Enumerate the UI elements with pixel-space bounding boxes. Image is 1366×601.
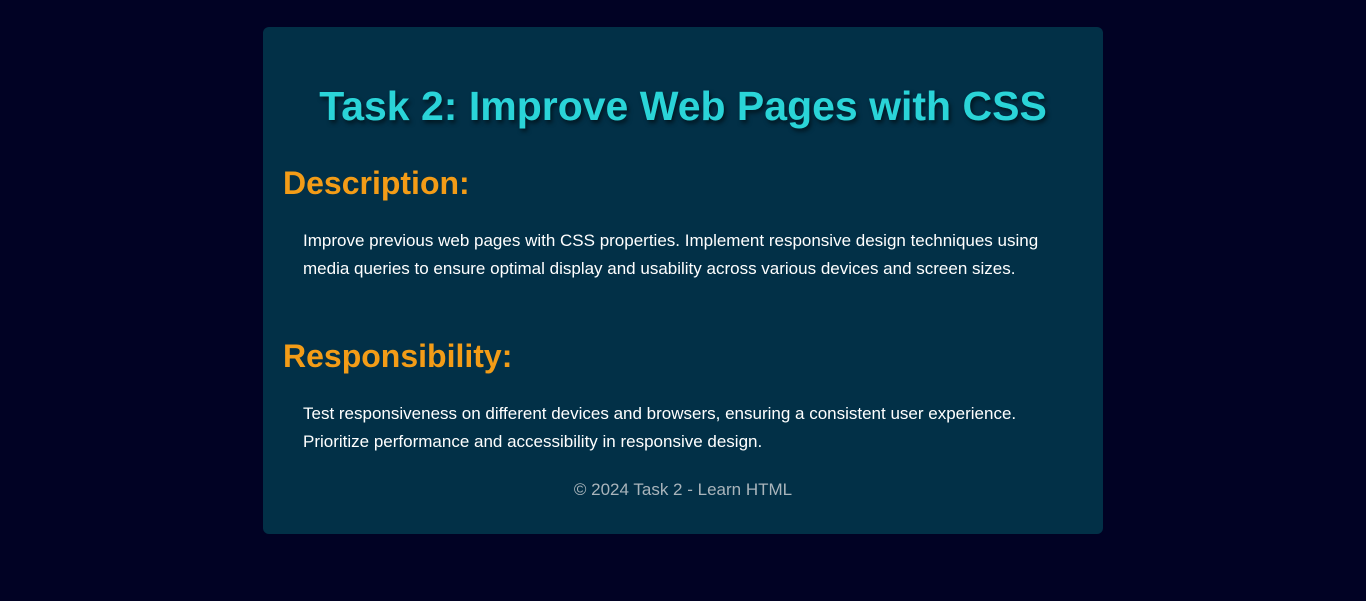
footer-copyright: © 2024 Task 2 - Learn HTML [573, 480, 793, 499]
page-title: Task 2: Improve Web Pages with CSS [319, 83, 1047, 129]
description-text: Improve previous web pages with CSS prop… [303, 231, 1039, 278]
task-card: Task 2: Improve Web Pages with CSS Descr… [263, 27, 1103, 534]
responsibility-heading: Responsibility: [283, 338, 513, 374]
description-heading: Description: [283, 165, 470, 201]
responsibility-text: Test responsiveness on different devices… [303, 404, 1017, 451]
